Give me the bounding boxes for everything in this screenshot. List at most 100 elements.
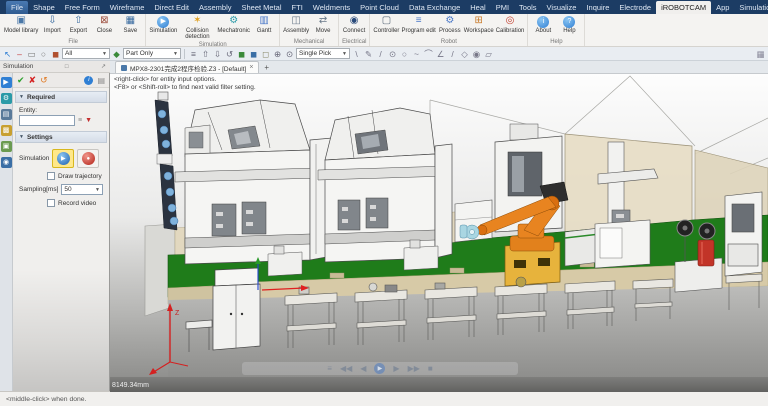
stop-icon[interactable]: ■ [428,364,433,373]
menu-tab-weldments[interactable]: Weldments [308,1,355,14]
menu-tab-tools[interactable]: Tools [514,1,542,14]
collision-detection-button[interactable]: ✶Collision detection [179,15,215,41]
menu-tab-app[interactable]: App [711,1,734,14]
zoom-target-icon[interactable]: ⊙ [284,48,295,60]
sampling-combo[interactable]: 50 ▼ [61,184,103,195]
zoom-all-icon[interactable]: ⊕ [272,48,283,60]
level-up-icon[interactable]: ⇧ [200,48,211,60]
snap-filter-icon[interactable]: ~ [411,48,422,60]
gantt-button[interactable]: ▥Gantt [252,15,276,34]
record-simulation-button[interactable]: ● [77,149,99,168]
connect-button[interactable]: ◉Connect [342,15,366,34]
back-icon[interactable]: ◀ [360,364,366,373]
menu-tab-wireframe[interactable]: Wireframe [105,1,150,14]
calibration-button[interactable]: ◎Calibration [496,15,525,34]
cnc-machine-2[interactable] [318,108,452,262]
play-simulation-button[interactable]: ▶ [52,149,74,168]
menu-tab-pmi[interactable]: PMI [491,1,514,14]
menu-tab-electrode[interactable]: Electrode [614,1,656,14]
3d-viewport-scene[interactable]: Z [110,74,768,392]
menu-tab-heal[interactable]: Heal [465,1,490,14]
assembly-button[interactable]: ◫Assembly [283,15,309,34]
rotate-view-icon[interactable]: ○ [38,48,49,60]
menu-tab-file[interactable]: File [6,1,28,14]
model-library-button[interactable]: ▣Model library [4,15,38,34]
panel-float-icon[interactable]: ↗ [100,63,107,70]
dock-user-icon[interactable]: ◉ [1,157,12,168]
tab-close-icon[interactable]: × [249,64,253,71]
snap-filter-icon[interactable]: ⌒ [423,48,434,60]
menu-tab-free-form[interactable]: Free Form [60,1,105,14]
draw-trajectory-checkbox[interactable] [47,172,55,180]
about-button[interactable]: iAbout [531,15,555,34]
shade-cube-icon[interactable]: ◼ [248,48,259,60]
playback-bar[interactable]: ≡ ◀◀ ◀ ▶ ▶ ▶▶ ■ [242,362,518,375]
workspace-button[interactable]: ⊞Workspace [464,15,494,34]
playback-list-icon[interactable]: ≡ [327,364,332,373]
close-button[interactable]: ⊠Close [92,15,116,34]
save-button[interactable]: ▦Save [118,15,142,34]
program-edit-button[interactable]: ≡Program edit [401,15,435,34]
wire-cube-icon[interactable]: ◻ [260,48,271,60]
pick-list-icon[interactable]: ≡ [78,117,82,124]
new-tab-button[interactable]: + [264,63,269,73]
snap-filter-icon[interactable]: \ [351,48,362,60]
panel-dock-icon[interactable]: □ [64,64,70,70]
display-mode-combo[interactable]: Part Only▼ [123,48,181,59]
menu-tab-fti[interactable]: FTI [287,1,308,14]
step-back-icon[interactable]: ◀◀ [340,364,352,373]
customize-toolbar-icon[interactable]: ▦ [755,48,766,60]
dock-library-icon[interactable]: ▩ [1,125,12,136]
menu-tab-inquire[interactable]: Inquire [581,1,614,14]
help-button[interactable]: ?Help [557,15,581,34]
export-button[interactable]: ⇧Export [66,15,90,34]
menu-tab-sheet-metal[interactable]: Sheet Metal [237,1,287,14]
step-forward-icon[interactable]: ▶▶ [408,364,420,373]
options-list-icon[interactable]: ▤ [97,76,105,85]
snap-filter-icon[interactable]: ▱ [483,48,494,60]
snap-filter-icon[interactable]: ∠ [435,48,446,60]
level-down-icon[interactable]: ⇩ [212,48,223,60]
document-tab[interactable]: MPX8-2301完成2程序检验.Z3 - [Default] × [115,61,259,73]
solid-cube-icon[interactable]: ◼ [236,48,247,60]
mechatronic-button[interactable]: ⚙Mechatronic [217,15,250,34]
pick-mode-combo[interactable]: Single Pick▼ [296,48,350,59]
layer-filter-combo[interactable]: All▼ [62,48,110,59]
menu-tab-assembly[interactable]: Assembly [194,1,237,14]
required-section-header[interactable]: ▼ Required [15,91,107,103]
simulation-button[interactable]: ▶Simulation [149,15,177,34]
menu-tab-data-exchange[interactable]: Data Exchange [404,1,465,14]
snap-filter-icon[interactable]: ✎ [363,48,374,60]
history-icon[interactable]: ↺ [224,48,235,60]
import-button[interactable]: ⇩Import [40,15,64,34]
settings-section-header[interactable]: ▼ Settings [15,131,107,143]
blank-hide-icon[interactable]: – [14,48,25,60]
playback-play-icon[interactable]: ▶ [374,363,385,374]
process-button[interactable]: ⚙Process [438,15,462,34]
right-cabinet[interactable] [725,192,762,276]
menu-tab-irobotcam[interactable]: iROBOTCAM [656,1,711,14]
dock-view-icon[interactable]: ▣ [1,141,12,152]
reset-button[interactable]: ↺ [40,75,48,86]
dock-manager-icon[interactable]: ▤ [1,109,12,120]
move-button[interactable]: ⇄Move [311,15,335,34]
part-context-icon[interactable]: ◆ [111,48,122,60]
panel-title-bar[interactable]: Simulation □ ↗ [0,61,110,73]
snap-filter-icon[interactable]: / [375,48,386,60]
controller-button[interactable]: ▢Controller [373,15,399,34]
menu-tab-shape[interactable]: Shape [28,1,60,14]
snap-filter-icon[interactable]: ⊙ [387,48,398,60]
menu-tab-point-cloud[interactable]: Point Cloud [355,1,404,14]
menu-tab-direct-edit[interactable]: Direct Edit [149,1,194,14]
record-video-checkbox[interactable] [47,199,55,207]
list-icon[interactable]: ≡ [188,48,199,60]
front-cabinet[interactable] [213,268,260,350]
pick-cursor-icon[interactable]: ↖ [2,48,13,60]
snap-filter-icon[interactable]: ◇ [459,48,470,60]
menu-tab-simulation[interactable]: Simulation [734,1,768,14]
forward-icon[interactable]: ▶ [393,364,399,373]
dock-simulation-icon[interactable]: ▶ [1,77,12,88]
info-icon[interactable]: i [84,76,93,85]
ok-button[interactable]: ✔ [17,75,25,86]
entity-filter-icon[interactable]: ▼ [85,117,92,124]
